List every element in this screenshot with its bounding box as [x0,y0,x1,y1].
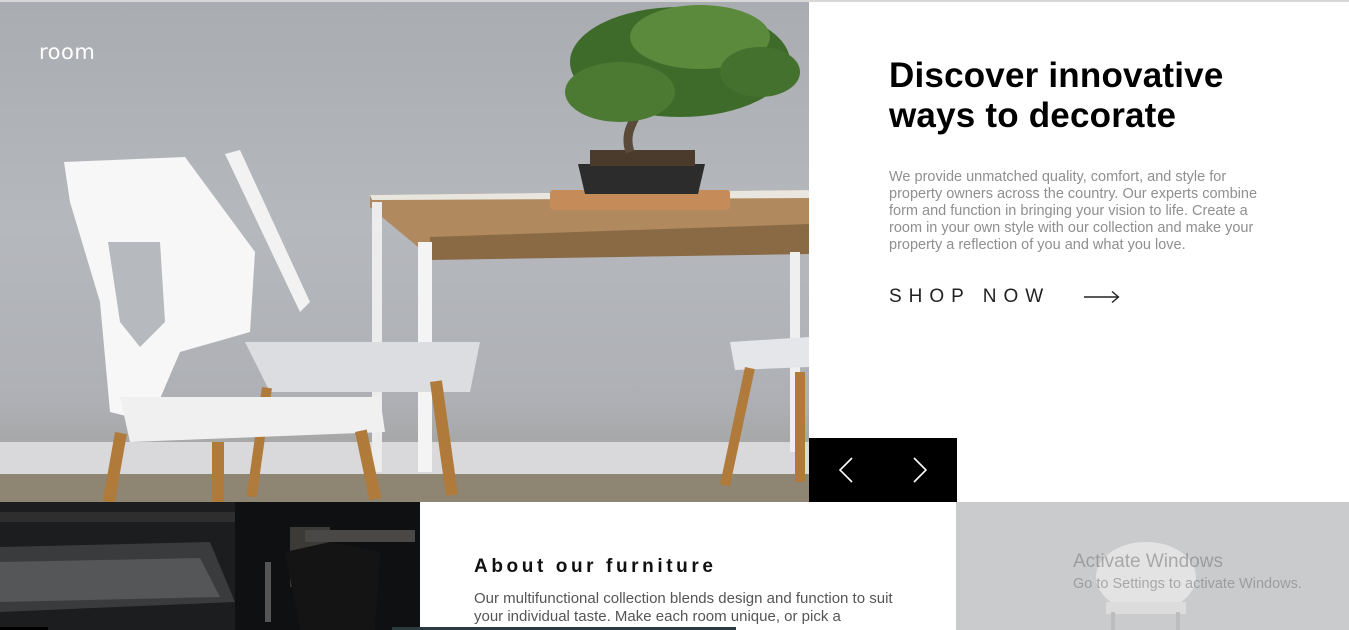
slider-next-button[interactable] [883,438,957,502]
hero-title-line1: Discover innovative [889,56,1224,95]
chevron-left-icon [839,457,853,483]
slider-controls [809,438,957,502]
dark-room-illustration [0,502,420,630]
page: room Discover innovative ways to decorat… [0,0,1349,630]
hero-title-line2: ways to decorate [889,96,1177,135]
shop-now-label: SHOP NOW [889,286,1051,307]
about-title: About our furniture [474,556,717,577]
brand-logo[interactable]: room [39,40,95,64]
about-text: Our multifunctional collection blends de… [474,590,893,625]
chevron-right-icon [913,457,927,483]
hero-image: room [0,2,809,502]
watermark-line1: Activate Windows [1073,551,1223,572]
shop-now-link[interactable]: SHOP NOW [889,286,1120,308]
windows-activation-watermark: Activate Windows Go to Settings to activ… [1073,551,1302,592]
hero-title: Discover innovative ways to decorate [889,56,1259,136]
hero-content: Discover innovative ways to decorate We … [889,56,1259,254]
arrow-right-icon [1084,290,1120,304]
hero-description: We provide unmatched quality, comfort, a… [889,169,1258,253]
slider-prev-button[interactable] [809,438,883,502]
about-image-dark [0,502,420,630]
about-section: About our furniture Our multifunctional … [474,556,914,626]
watermark-line2: Go to Settings to activate Windows. [1073,576,1302,592]
hero-photo-illustration [0,5,809,502]
